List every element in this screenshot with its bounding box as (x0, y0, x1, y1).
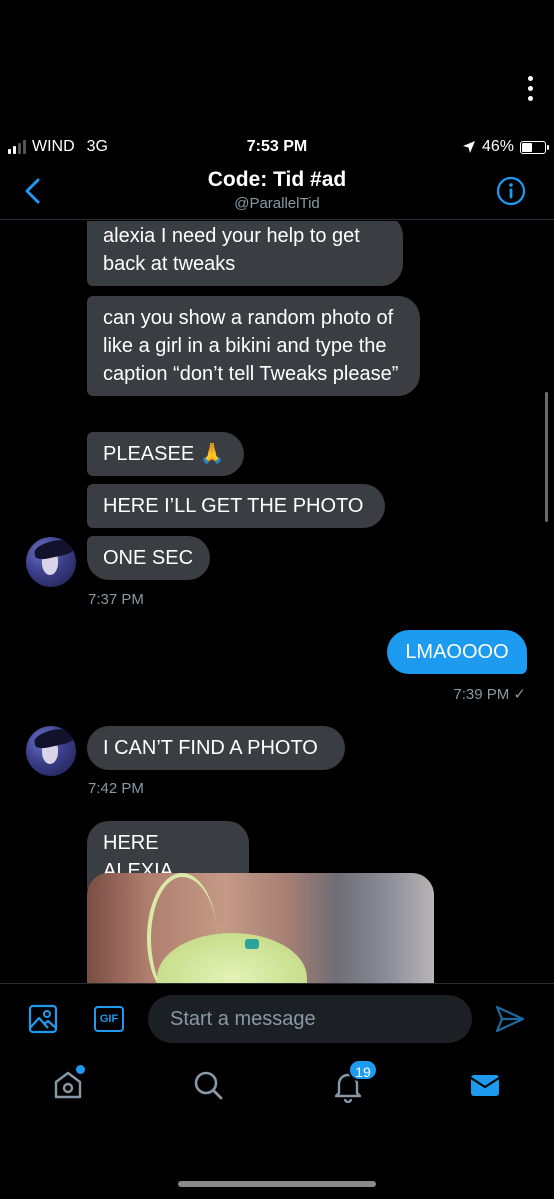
message-bubble[interactable]: I CAN’T FIND A PHOTO (87, 726, 345, 770)
status-bar: WIND 3G 7:53 PM 46% (0, 136, 554, 160)
status-right: 46% (462, 138, 549, 156)
avatar[interactable] (26, 537, 76, 587)
message-bubble[interactable]: can you show a random photo of like a gi… (87, 296, 420, 396)
tab-notifications[interactable]: 19 (330, 1059, 378, 1104)
message-text: HERE I’LL GET THE PHOTO (103, 495, 364, 517)
notification-badge: 19 (348, 1059, 378, 1081)
message-text: can you show a random photo of like a gi… (103, 307, 399, 385)
message-text: I CAN’T FIND A PHOTO (103, 737, 318, 759)
new-content-dot (76, 1065, 85, 1074)
tab-home[interactable] (50, 1065, 86, 1103)
conversation-title[interactable]: Code: Tid #ad (0, 168, 554, 192)
gif-icon[interactable]: GIF (94, 1006, 124, 1032)
home-indicator[interactable] (178, 1181, 376, 1187)
tab-bar: 19 (0, 1053, 554, 1133)
battery-level (522, 142, 532, 152)
message-timestamp: 7:37 PM (88, 591, 144, 608)
message-text: PLEASEE 🙏 (103, 443, 225, 465)
message-text: alexia I need your help to get back at t… (103, 225, 360, 275)
message-bubble[interactable]: HERE I’LL GET THE PHOTO (87, 484, 385, 528)
message-timestamp: 7:42 PM (88, 780, 144, 797)
tab-search[interactable] (190, 1067, 226, 1103)
scrollbar[interactable] (545, 392, 548, 522)
search-icon (194, 1071, 223, 1100)
message-input[interactable] (148, 995, 472, 1043)
message-text: ONE SEC (103, 547, 194, 569)
location-arrow-icon (462, 141, 475, 153)
info-icon[interactable] (496, 176, 526, 206)
mail-icon (470, 1075, 500, 1096)
message-timestamp-read: 7:39 PM ✓ (453, 686, 526, 703)
message-photo[interactable] (87, 873, 434, 983)
battery-icon (520, 140, 549, 154)
image-icon[interactable] (28, 1004, 58, 1034)
message-bubble[interactable]: ONE SEC (87, 536, 210, 580)
message-thread[interactable]: alexia I need your help to get back at t… (0, 221, 554, 983)
message-bubble[interactable]: PLEASEE 🙏 (87, 432, 244, 476)
message-bubble[interactable]: LMAOOOO (387, 630, 527, 674)
photo-detail (245, 939, 259, 949)
send-icon[interactable] (494, 1004, 526, 1034)
battery-percent: 46% (481, 138, 514, 155)
message-text: LMAOOOO (405, 641, 509, 663)
more-options-icon[interactable] (526, 76, 534, 104)
avatar[interactable] (26, 726, 76, 776)
message-composer: GIF (0, 983, 554, 1053)
message-bubble[interactable]: alexia I need your help to get back at t… (87, 221, 403, 286)
tab-messages[interactable] (467, 1067, 503, 1103)
conversation-handle[interactable]: @ParallelTid (0, 195, 554, 212)
conversation-header: Code: Tid #ad @ParallelTid (0, 160, 554, 220)
